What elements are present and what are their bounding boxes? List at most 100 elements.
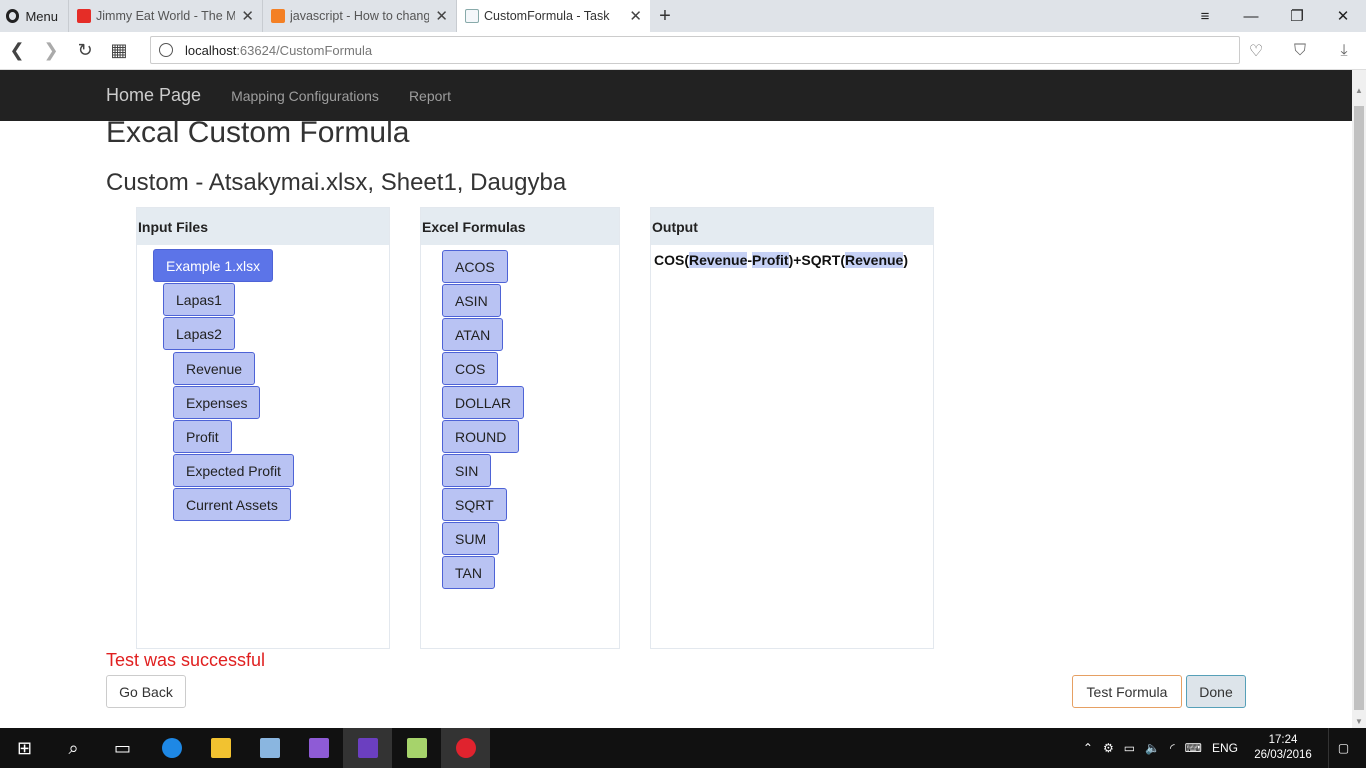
speed-dial-icon[interactable]: ▦ [102,40,136,61]
formula-item[interactable]: TAN [442,556,495,589]
output-panel: Output COS(Revenue-Profit)+SQRT(Revenue) [650,207,934,649]
close-tab-icon[interactable]: ✕ [241,7,254,25]
column-item[interactable]: Current Assets [173,488,291,521]
volume-icon[interactable]: 🔈 [1145,741,1160,755]
formula-item[interactable]: SIN [442,454,492,487]
nav-link-report[interactable]: Report [409,88,451,104]
shield-icon[interactable]: ⛉ [1278,42,1322,60]
column-item[interactable]: Revenue [173,352,256,385]
formula-token: ) [903,252,909,268]
status-message: Test was successful [106,650,266,670]
opera-taskbar-icon[interactable] [441,728,490,768]
input-files-header: Input Files [137,208,389,245]
windows-taskbar: ⊞ ⌕ ▭ ⌃ ⚙ ▭ 🔈 ◜ ⌨ ENG 17:24 26/03/2016 ▢ [0,728,1366,768]
excel-formulas-panel: Excel Formulas ACOS ASIN ATAN COS DOLLAR… [420,207,620,649]
site-navbar: Home Page Mapping Configurations Report [0,70,1352,121]
download-icon[interactable]: ⤓ [1322,42,1366,60]
forward-icon[interactable]: ❯ [34,40,68,61]
close-window-icon[interactable]: ✕ [1320,7,1366,25]
chevron-up-icon[interactable]: ⌃ [1083,741,1093,755]
formula-token-variable[interactable]: Revenue [844,252,904,268]
edge-icon[interactable] [147,728,196,768]
clock[interactable]: 17:24 26/03/2016 [1248,733,1318,763]
brand-link[interactable]: Home Page [106,85,201,106]
wifi-icon[interactable]: ◜ [1170,741,1175,755]
sheet-item[interactable]: Lapas1 [163,283,235,316]
formula-item[interactable]: COS [442,352,499,385]
opera-logo-icon [6,9,20,23]
opera-menu-button[interactable]: Menu [0,0,68,32]
close-tab-icon[interactable]: ✕ [435,7,448,25]
visual-studio-icon[interactable] [294,728,343,768]
notepad-plus-icon[interactable] [392,728,441,768]
formula-token-variable[interactable]: Revenue [689,252,748,268]
output-formula[interactable]: COS(Revenue-Profit)+SQRT(Revenue) [654,252,908,268]
page-scrollbar[interactable]: ▲ ▼ [1352,70,1366,728]
minimize-icon[interactable]: — [1228,8,1274,25]
notification-icon[interactable]: ▢ [1328,728,1358,768]
sheet-item[interactable]: Lapas2 [163,317,235,350]
tab-title: CustomFormula - Task [484,9,610,23]
task-view-icon[interactable]: ▭ [98,728,147,768]
page-subtitle: Custom - Atsakymai.xlsx, Sheet1, Daugyba [106,169,567,196]
new-tab-button[interactable]: + [650,0,680,32]
page-icon [465,9,479,23]
back-icon[interactable]: ❮ [0,40,34,61]
done-button[interactable]: Done [1186,675,1246,708]
window-controls: ≡ — ❐ ✕ [1182,0,1366,32]
nav-link-mapping-configurations[interactable]: Mapping Configurations [231,88,379,104]
reload-icon[interactable]: ↻ [68,40,102,61]
column-item[interactable]: Expenses [173,386,261,419]
heart-icon[interactable]: ♡ [1234,41,1278,61]
restore-icon[interactable]: ❐ [1274,7,1320,25]
battery-icon[interactable]: ▭ [1124,741,1135,755]
formula-item[interactable]: ATAN [442,318,504,351]
formula-item[interactable]: SUM [442,522,500,555]
stackoverflow-icon [271,9,285,23]
column-item[interactable]: Expected Profit [173,454,294,487]
scroll-up-icon[interactable]: ▲ [1352,86,1366,95]
clock-date: 26/03/2016 [1254,749,1312,761]
go-back-button[interactable]: Go Back [106,675,186,708]
network-icon[interactable]: ⚙ [1103,741,1114,755]
url-field[interactable]: localhost :63624/CustomFormula [150,36,1240,64]
globe-icon [159,43,173,57]
test-formula-button[interactable]: Test Formula [1072,675,1182,708]
browser-tab[interactable]: javascript - How to change ✕ [262,0,456,32]
column-item[interactable]: Profit [173,420,232,453]
visual-studio-active-icon[interactable] [343,728,392,768]
input-files-panel: Input Files Example 1.xlsx Lapas1 Lapas2… [136,207,390,649]
formula-item[interactable]: SQRT [442,488,507,521]
tab-title: javascript - How to change [290,9,430,23]
excel-formulas-header: Excel Formulas [421,208,619,245]
formula-item[interactable]: ROUND [442,420,520,453]
system-tray: ⌃ ⚙ ▭ 🔈 ◜ ⌨ ENG 17:24 26/03/2016 ▢ [1083,728,1366,768]
formula-token-variable[interactable]: Profit [752,252,789,268]
url-host: localhost [185,42,237,58]
file-item[interactable]: Example 1.xlsx [153,249,274,282]
opera-menu-label: Menu [25,8,58,24]
keyboard-icon[interactable]: ⌨ [1185,741,1202,755]
output-header: Output [651,208,933,245]
browser-tab-strip: Menu Jimmy Eat World - The Mid ✕ javascr… [0,0,1366,32]
youtube-icon [77,9,91,23]
windows-start-icon[interactable]: ⊞ [0,728,49,768]
address-bar-actions: ♡ ⛉ ⤓ [1234,32,1366,70]
scroll-down-icon[interactable]: ▼ [1352,717,1366,726]
page-title: Excal Custom Formula [106,116,410,149]
address-bar: ❮ ❯ ↻ ▦ localhost :63624/CustomFormula ♡… [0,32,1366,70]
browser-tab-active[interactable]: CustomFormula - Task ✕ [456,0,650,32]
tab-menu-icon[interactable]: ≡ [1182,8,1228,25]
cube-app-icon[interactable] [245,728,294,768]
close-tab-icon[interactable]: ✕ [629,7,642,25]
search-icon[interactable]: ⌕ [49,728,98,768]
clock-time: 17:24 [1268,734,1298,746]
language-indicator[interactable]: ENG [1212,741,1238,755]
file-explorer-icon[interactable] [196,728,245,768]
formula-item[interactable]: ASIN [442,284,501,317]
browser-tab[interactable]: Jimmy Eat World - The Mid ✕ [68,0,262,32]
formula-item[interactable]: ACOS [442,250,508,283]
formula-item[interactable]: DOLLAR [442,386,525,419]
scroll-thumb[interactable] [1354,106,1364,710]
url-path: :63624/CustomFormula [236,42,373,58]
